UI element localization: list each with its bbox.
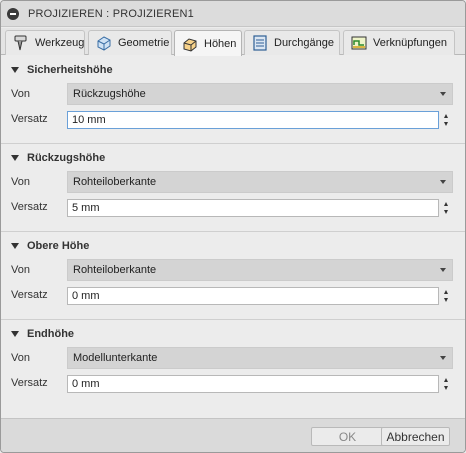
tab-durchgaenge[interactable]: Durchgänge [244,30,340,55]
from-value: Rohteiloberkante [73,176,157,188]
section-title: Sicherheitshöhe [27,64,113,76]
offset-label: Versatz [11,377,48,389]
from-value: Rohteiloberkante [73,264,157,276]
tab-label: Verknüpfungen [373,37,448,49]
from-label: Von [11,176,30,188]
spin-down-icon[interactable] [444,122,448,126]
chevron-down-icon [440,180,446,184]
spin-up-icon[interactable] [444,202,448,206]
section-obere-hoehe: Obere Höhe Von Rohteiloberkante Versatz … [1,232,465,320]
spin-down-icon[interactable] [444,210,448,214]
title-bar[interactable]: PROJIZIEREN : PROJIZIEREN1 [1,1,465,27]
offset-input[interactable]: 0 mm [67,287,439,305]
geometry-icon [95,35,113,51]
section-sicherheitshoehe: Sicherheitshöhe Von Rückzugshöhe Versatz… [1,56,465,144]
tab-verknuepfungen[interactable]: Verknüpfungen [343,30,455,55]
from-value: Rückzugshöhe [73,88,146,100]
section-title: Endhöhe [27,328,75,340]
tab-label: Geometrie [118,37,170,49]
tab-label: Werkzeug [35,37,85,49]
heights-panel: Sicherheitshöhe Von Rückzugshöhe Versatz… [1,56,465,418]
spin-down-icon[interactable] [444,298,448,302]
tab-label: Höhen [204,37,237,50]
spin-up-icon[interactable] [444,378,448,382]
offset-spinner[interactable] [441,199,453,217]
offset-spinner[interactable] [441,111,453,129]
section-header[interactable]: Sicherheitshöhe [11,63,113,77]
section-rueckzugshoehe: Rückzugshöhe Von Rohteiloberkante Versat… [1,144,465,232]
spin-up-icon[interactable] [444,114,448,118]
from-select[interactable]: Modellunterkante [67,347,453,369]
heights-icon [181,36,199,52]
chevron-down-icon [440,356,446,360]
section-title: Rückzugshöhe [27,152,106,164]
offset-input[interactable]: 5 mm [67,199,439,217]
spin-down-icon[interactable] [444,386,448,390]
tab-label: Durchgänge [274,37,334,49]
cancel-button[interactable]: Abbrechen [381,427,450,446]
offset-label: Versatz [11,113,48,125]
projizieren-dialog: PROJIZIEREN : PROJIZIEREN1 Werkzeug Geom… [0,0,466,453]
offset-spinner[interactable] [441,287,453,305]
tab-geometrie[interactable]: Geometrie [88,30,172,55]
from-value: Modellunterkante [73,352,158,364]
dialog-title: PROJIZIEREN : PROJIZIEREN1 [28,7,194,20]
collapse-icon[interactable] [7,7,19,20]
from-select[interactable]: Rohteiloberkante [67,259,453,281]
offset-label: Versatz [11,201,48,213]
collapse-triangle-icon [11,243,19,249]
tab-werkzeug[interactable]: Werkzeug [5,30,85,55]
section-header[interactable]: Rückzugshöhe [11,151,105,165]
chevron-down-icon [440,92,446,96]
collapse-triangle-icon [11,155,19,161]
from-select[interactable]: Rohteiloberkante [67,171,453,193]
ok-button[interactable]: OK [311,427,384,446]
offset-input[interactable]: 0 mm [67,375,439,393]
passes-icon [251,35,269,51]
linking-icon [350,35,368,51]
from-label: Von [11,352,30,364]
tool-icon [12,35,30,51]
section-endhoehe: Endhöhe Von Modellunterkante Versatz 0 m… [1,320,465,408]
spin-up-icon[interactable] [444,290,448,294]
tab-bar: Werkzeug Geometrie Höhen Durchgänge Verk… [1,28,465,56]
collapse-triangle-icon [11,67,19,73]
dialog-footer: OK Abbrechen [1,418,465,452]
section-header[interactable]: Endhöhe [11,327,74,341]
from-select[interactable]: Rückzugshöhe [67,83,453,105]
collapse-triangle-icon [11,331,19,337]
from-label: Von [11,88,30,100]
offset-label: Versatz [11,289,48,301]
section-title: Obere Höhe [27,240,90,252]
from-label: Von [11,264,30,276]
offset-spinner[interactable] [441,375,453,393]
offset-input[interactable]: 10 mm [67,111,439,129]
section-header[interactable]: Obere Höhe [11,239,89,253]
tab-hoehen[interactable]: Höhen [174,30,242,56]
chevron-down-icon [440,268,446,272]
